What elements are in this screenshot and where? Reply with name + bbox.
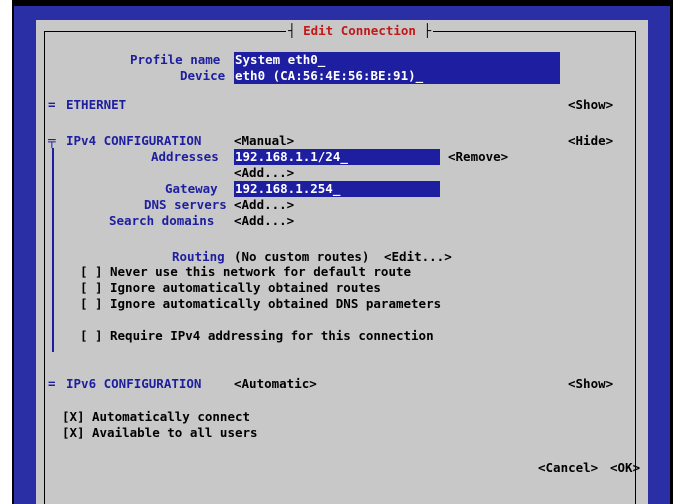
ignore-routes-label: Ignore automatically obtained routes (110, 280, 381, 295)
ipv4-method-dropdown[interactable]: <Manual> (234, 133, 294, 149)
auto-connect-checkbox[interactable]: [X] (62, 409, 85, 425)
title-bar-right: ├ (415, 23, 432, 38)
ignore-dns-checkbox[interactable]: [ ] (80, 296, 103, 312)
search-domains-label: Search domains (109, 213, 215, 228)
routing-label: Routing (172, 249, 225, 264)
all-users-checkbox[interactable]: [X] (62, 425, 85, 441)
ok-button[interactable]: <OK> (610, 460, 640, 476)
require-ipv4-checkbox[interactable]: [ ] (80, 328, 103, 344)
dialog-title-box: ┤ Edit Connection ├ (286, 20, 434, 42)
ipv4-hide-button[interactable]: <Hide> (568, 133, 613, 149)
dns-servers-label: DNS servers (144, 197, 227, 212)
ethernet-collapse-marker: = (48, 97, 56, 112)
routing-value: (No custom routes) (234, 249, 370, 264)
device-label: Device (180, 68, 226, 83)
all-users-label: Available to all users (92, 425, 258, 440)
ipv4-expand-marker: ╤ (48, 133, 56, 148)
title-bar-left: ┤ (288, 23, 304, 38)
remove-address-button[interactable]: <Remove> (448, 149, 508, 165)
add-dns-button[interactable]: <Add...> (234, 197, 294, 213)
dialog-title: Edit Connection (303, 23, 416, 38)
addresses-label: Addresses (151, 149, 219, 164)
add-address-button[interactable]: <Add...> (234, 165, 294, 181)
ethernet-show-button[interactable]: <Show> (568, 97, 613, 113)
profile-name-label: Profile name (130, 52, 221, 67)
ipv6-method-dropdown[interactable]: <Automatic> (234, 376, 317, 392)
require-ipv4-label: Require IPv4 addressing for this connect… (110, 328, 434, 343)
never-default-route-checkbox[interactable]: [ ] (80, 264, 103, 280)
never-default-route-label: Never use this network for default route (110, 264, 412, 279)
ignore-routes-checkbox[interactable]: [ ] (80, 280, 103, 296)
profile-name-input[interactable]: System eth0_ (234, 52, 560, 68)
edit-connection-dialog: ┤ Edit Connection ├ Profile name System … (36, 20, 648, 504)
ipv4-section-rail (52, 148, 54, 352)
ipv6-collapse-marker: = (48, 376, 56, 391)
auto-connect-label: Automatically connect (92, 409, 251, 424)
add-search-domain-button[interactable]: <Add...> (234, 213, 294, 229)
device-input[interactable]: eth0 (CA:56:4E:56:BE:91)_ (234, 68, 560, 84)
gateway-label: Gateway (165, 181, 218, 196)
cancel-button[interactable]: <Cancel> (538, 460, 598, 476)
gateway-input[interactable]: 192.168.1.254_ (234, 181, 440, 197)
ipv6-show-button[interactable]: <Show> (568, 376, 613, 392)
ignore-dns-label: Ignore automatically obtained DNS parame… (110, 296, 442, 311)
routing-edit-button[interactable]: <Edit...> (384, 249, 452, 265)
ethernet-section-label: ETHERNET (66, 97, 127, 112)
ipv4-section-label: IPv4 CONFIGURATION (66, 133, 202, 148)
address-input[interactable]: 192.168.1.1/24_ (234, 149, 440, 165)
ipv6-section-label: IPv6 CONFIGURATION (66, 376, 202, 391)
